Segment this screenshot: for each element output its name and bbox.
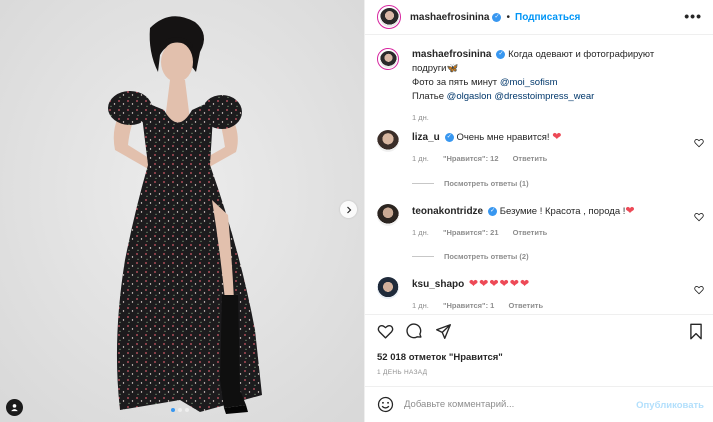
comment-meta: 1 дн. "Нравится": 12 Ответить: [412, 152, 682, 166]
post-date[interactable]: 1 ДЕНЬ НАЗАД: [377, 369, 427, 376]
verified-icon: ✓: [488, 206, 498, 216]
heart-icon[interactable]: [694, 285, 704, 295]
user-tag-icon: [11, 404, 18, 412]
chevron-right-icon: [346, 206, 351, 213]
publish-button[interactable]: Опубликовать: [636, 400, 704, 411]
caption-line3-text: Платье: [412, 91, 445, 102]
follow-button[interactable]: Подписаться: [515, 12, 580, 23]
comment-item: ksu_shapo ❤❤❤❤❤❤ 1 дн. "Нравится": 1 Отв…: [377, 277, 682, 313]
commenter-avatar[interactable]: [377, 204, 399, 226]
comment-likes[interactable]: "Нравится": 1: [443, 301, 494, 310]
likes-count[interactable]: 52 018 отметок "Нравится": [377, 352, 503, 363]
comment-time[interactable]: 1 дн.: [412, 154, 429, 163]
emoji-icon[interactable]: [377, 396, 394, 413]
comment-item: liza_u ✓ Очень мне нравится! ❤ 1 дн. "Нра…: [377, 130, 682, 166]
author-username[interactable]: mashaefrosinina: [410, 12, 489, 23]
heart-icon[interactable]: [694, 212, 704, 222]
verified-icon: ✓: [492, 12, 502, 22]
comment-meta: 1 дн. "Нравится": 21 Ответить: [412, 226, 682, 240]
caption-time[interactable]: 1 дн.: [412, 113, 429, 122]
comment-likes[interactable]: "Нравится": 21: [443, 228, 499, 237]
comments-list[interactable]: mashaefrosinina ✓ Когда одевают и фотогра…: [365, 36, 713, 314]
caption-meta: 1 дн.: [412, 111, 682, 125]
comment-username[interactable]: ksu_shapo: [412, 279, 464, 290]
comment-time[interactable]: 1 дн.: [412, 301, 429, 310]
post-header: mashaefrosinina ✓ • Подписаться •••: [365, 0, 713, 35]
carousel-next-button[interactable]: [340, 201, 357, 218]
header-separator: •: [506, 11, 510, 23]
post-media[interactable]: [0, 0, 364, 422]
comment-likes[interactable]: "Нравится": 12: [443, 154, 499, 163]
bookmark-icon[interactable]: [688, 323, 704, 340]
heart-icon[interactable]: [694, 138, 704, 148]
more-icon[interactable]: •••: [684, 9, 702, 23]
carousel-dot: [185, 408, 189, 412]
comment-icon[interactable]: [406, 323, 423, 340]
comment-username[interactable]: teonakontridze: [412, 206, 483, 217]
author-avatar[interactable]: [377, 48, 399, 70]
view-replies-button[interactable]: Посмотреть ответы (2): [412, 252, 529, 261]
carousel-dot: [178, 408, 182, 412]
author-avatar[interactable]: [377, 5, 401, 29]
comment-time[interactable]: 1 дн.: [412, 228, 429, 237]
commenter-avatar[interactable]: [377, 277, 399, 299]
post-side-panel: mashaefrosinina ✓ • Подписаться ••• mash…: [364, 0, 713, 422]
view-replies-label: Посмотреть ответы (2): [444, 252, 529, 261]
heart-emoji: ❤: [552, 131, 562, 143]
mention-link[interactable]: @olgaslon: [447, 91, 492, 102]
view-replies-button[interactable]: Посмотреть ответы (1): [412, 179, 529, 188]
reply-button[interactable]: Ответить: [513, 154, 548, 163]
heart-emoji: ❤: [625, 205, 635, 217]
user-tag-button[interactable]: [6, 399, 23, 416]
caption-username[interactable]: mashaefrosinina: [412, 49, 491, 60]
share-icon[interactable]: [435, 323, 452, 340]
verified-icon: ✓: [496, 49, 506, 59]
add-comment-bar: Опубликовать: [365, 386, 713, 422]
comment-meta: 1 дн. "Нравится": 1 Ответить: [412, 299, 682, 313]
mention-link[interactable]: @dresstoimpress_wear: [494, 91, 594, 102]
instagram-post: mashaefrosinina ✓ • Подписаться ••• mash…: [0, 0, 713, 422]
post-photo: [0, 0, 364, 422]
verified-icon: ✓: [444, 132, 454, 142]
comment-text: Безумие ! Красота , порода !: [499, 206, 626, 217]
commenter-avatar[interactable]: [377, 130, 399, 152]
carousel-dot: [171, 408, 175, 412]
comment-input[interactable]: [404, 399, 634, 410]
reply-button[interactable]: Ответить: [513, 228, 548, 237]
heart-icon[interactable]: [377, 323, 394, 340]
view-replies-label: Посмотреть ответы (1): [444, 179, 529, 188]
carousel-indicator: [171, 408, 189, 412]
butterfly-emoji: 🦋: [446, 63, 459, 74]
hearts-emoji: ❤❤❤❤❤❤: [468, 278, 531, 290]
mention-link[interactable]: @moi_sofism: [500, 77, 558, 88]
reply-button[interactable]: Ответить: [508, 301, 543, 310]
post-actions: 52 018 отметок "Нравится" 1 ДЕНЬ НАЗАД: [365, 314, 713, 376]
post-caption: mashaefrosinina ✓ Когда одевают и фотогра…: [377, 48, 682, 125]
comment-text: Очень мне нравится!: [456, 132, 550, 143]
comment-username[interactable]: liza_u: [412, 132, 440, 143]
caption-line2-text: Фото за пять минут: [412, 77, 498, 88]
comment-item: teonakontridze ✓ Безумие ! Красота , поро…: [377, 204, 682, 240]
